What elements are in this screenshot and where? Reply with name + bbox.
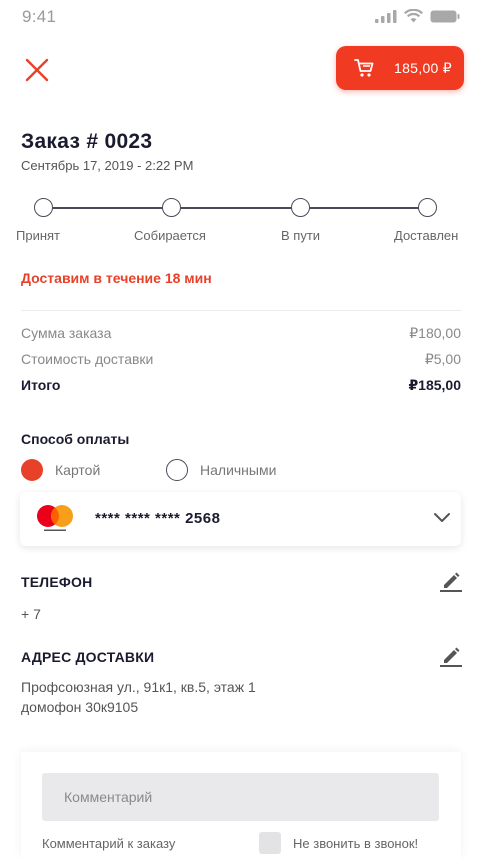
card-mask: **** **** ****: [95, 510, 181, 527]
summary-label: Стоимость доставки: [21, 351, 154, 367]
comment-card: Комментарий к заказу Не звонить в звонок…: [21, 752, 461, 858]
summary-value: ₽5,00: [424, 351, 461, 367]
radio-unselected: [166, 459, 188, 481]
comment-input[interactable]: [42, 773, 439, 821]
order-progress: Принят Собирается В пути Доставлен: [0, 196, 480, 246]
step-label-delivered: Доставлен: [394, 228, 459, 243]
signal-icon: [375, 9, 397, 23]
payment-option-cash[interactable]: Наличными: [166, 459, 276, 481]
payment-option-label: Картой: [55, 462, 101, 478]
divider: [21, 310, 461, 311]
step-dot-assembling: [162, 198, 181, 217]
cart-button[interactable]: 185,00 ₽: [336, 46, 464, 90]
card-selector[interactable]: **** **** **** 2568: [20, 492, 461, 546]
wifi-icon: [404, 9, 423, 23]
step-dot-accepted: [34, 198, 53, 217]
mastercard-icon: [37, 505, 73, 531]
no-ring-checkbox[interactable]: Не звонить в звонок!: [259, 832, 418, 854]
address-line-1: Профсоюзная ул., 91к1, кв.5, этаж 1: [21, 679, 256, 695]
status-time: 9:41: [22, 7, 57, 26]
card-last4: 2568: [185, 510, 221, 527]
no-ring-label: Не звонить в звонок!: [293, 835, 419, 851]
order-date: Сентябрь 17, 2019 - 2:22 PM: [21, 158, 194, 173]
payment-title: Способ оплаты: [21, 431, 130, 447]
status-icons: [375, 9, 460, 23]
step-label-assembling: Собирается: [134, 228, 206, 243]
step-dot-delivered: [418, 198, 437, 217]
total-value: ₽185,00: [408, 377, 461, 393]
summary-row-delivery: Стоимость доставки ₽5,00: [21, 351, 461, 368]
step-label-accepted: Принят: [16, 228, 61, 243]
chevron-down-icon: [434, 513, 450, 522]
battery-icon: [430, 10, 460, 22]
step-dot-on-way: [291, 198, 310, 217]
cart-icon: [354, 59, 374, 77]
checkbox-box: [259, 832, 281, 854]
cart-total: 185,00 ₽: [394, 59, 453, 76]
progress-line: [44, 207, 428, 209]
address-line-2: домофон 30к9105: [21, 699, 139, 715]
comment-label: Комментарий к заказу: [42, 836, 176, 851]
edit-phone-icon[interactable]: [440, 570, 462, 592]
summary-label: Сумма заказа: [21, 325, 112, 341]
address-title: АДРЕС ДОСТАВКИ: [21, 649, 155, 665]
phone-value: + 7: [21, 606, 41, 622]
phone-title: ТЕЛЕФОН: [21, 574, 93, 590]
summary-row-total: Итого ₽185,00: [21, 377, 461, 394]
step-label-on-way: В пути: [281, 228, 321, 243]
delivery-eta: Доставим в течение 18 мин: [21, 270, 212, 286]
payment-option-label: Наличными: [200, 462, 277, 478]
radio-selected: [21, 459, 43, 481]
close-icon: [25, 58, 49, 82]
summary-value: ₽180,00: [409, 325, 461, 341]
order-title: Заказ # 0023: [21, 130, 153, 153]
payment-option-card[interactable]: Картой: [21, 459, 100, 481]
card-number: **** **** **** 2568: [95, 510, 220, 527]
edit-address-icon[interactable]: [440, 645, 462, 667]
summary-row-subtotal: Сумма заказа ₽180,00: [21, 325, 461, 342]
close-button[interactable]: [24, 57, 50, 83]
status-bar: 9:41: [0, 0, 480, 34]
total-label: Итого: [21, 377, 61, 393]
